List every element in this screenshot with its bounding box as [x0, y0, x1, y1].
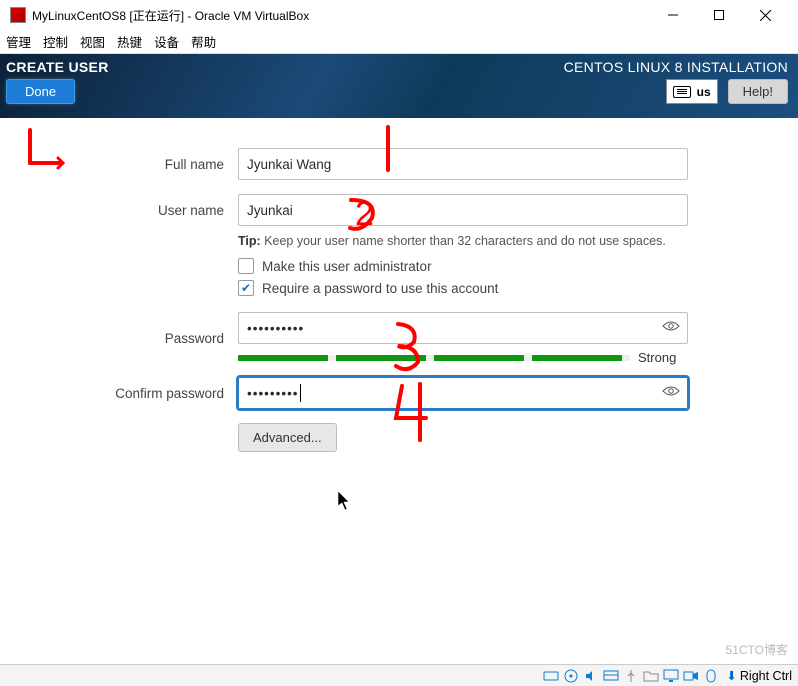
network-icon[interactable] — [602, 668, 620, 684]
password-label: Password — [30, 331, 238, 346]
require-password-checkbox-row[interactable]: ✔ Require a password to use this account — [238, 280, 768, 296]
menu-devices[interactable]: 设备 — [154, 32, 179, 51]
window-title: MyLinuxCentOS8 [正在运行] - Oracle VM Virtua… — [32, 7, 650, 24]
require-password-label: Require a password to use this account — [262, 281, 498, 296]
confirm-password-mask: ••••••••• — [247, 386, 299, 401]
host-key-label: Right Ctrl — [740, 669, 792, 683]
host-key-indicator: ⬇ Right Ctrl — [726, 668, 792, 683]
watermark: 51CTO博客 — [726, 641, 788, 658]
usb-icon[interactable] — [622, 668, 640, 684]
virtualbox-status-bar: ⬇ Right Ctrl — [0, 664, 798, 686]
virtualbox-icon — [10, 7, 26, 23]
password-strength-label: Strong — [638, 350, 676, 365]
close-button[interactable] — [742, 0, 788, 30]
menu-view[interactable]: 视图 — [80, 32, 105, 51]
checkbox-checked-icon: ✔ — [238, 280, 254, 296]
help-button[interactable]: Help! — [728, 79, 788, 104]
username-input[interactable]: Jyunkai — [238, 194, 688, 226]
eye-icon[interactable] — [662, 319, 680, 337]
create-user-form: Full name Jyunkai Wang User name Jyunkai… — [0, 118, 798, 452]
eye-icon[interactable] — [662, 384, 680, 402]
menu-manage[interactable]: 管理 — [6, 32, 31, 51]
window-controls — [650, 0, 788, 30]
recording-icon[interactable] — [682, 668, 700, 684]
maximize-button[interactable] — [696, 0, 742, 30]
username-value: Jyunkai — [247, 203, 293, 218]
make-admin-label: Make this user administrator — [262, 259, 432, 274]
menu-hotkeys[interactable]: 热键 — [117, 32, 142, 51]
keyboard-layout-indicator[interactable]: us — [666, 79, 718, 104]
confirm-password-input[interactable]: ••••••••• — [238, 377, 688, 409]
username-label: User name — [30, 203, 238, 218]
fullname-value: Jyunkai Wang — [247, 157, 331, 172]
done-button[interactable]: Done — [6, 79, 75, 104]
optical-disk-icon[interactable] — [562, 668, 580, 684]
mouse-cursor-icon — [338, 491, 352, 516]
advanced-button[interactable]: Advanced... — [238, 423, 337, 452]
installer-title: CENTOS LINUX 8 INSTALLATION — [564, 59, 788, 75]
menu-help[interactable]: 帮助 — [191, 32, 216, 51]
username-tip: Tip: Keep your user name shorter than 32… — [238, 234, 768, 248]
anaconda-header: CREATE USER Done CENTOS LINUX 8 INSTALLA… — [0, 54, 798, 118]
keyboard-layout-label: us — [697, 85, 711, 99]
arrow-down-icon: ⬇ — [726, 668, 736, 683]
password-mask: •••••••••• — [247, 321, 304, 336]
make-admin-checkbox-row[interactable]: Make this user administrator — [238, 258, 768, 274]
keyboard-icon — [673, 86, 691, 98]
hard-disk-icon[interactable] — [542, 668, 560, 684]
mouse-integration-icon[interactable] — [702, 668, 720, 684]
fullname-input[interactable]: Jyunkai Wang — [238, 148, 688, 180]
menu-control[interactable]: 控制 — [43, 32, 68, 51]
page-title: CREATE USER — [6, 59, 109, 75]
display-icon[interactable] — [662, 668, 680, 684]
fullname-label: Full name — [30, 157, 238, 172]
audio-icon[interactable] — [582, 668, 600, 684]
confirm-password-label: Confirm password — [30, 386, 238, 401]
password-strength-meter: Strong — [238, 350, 768, 365]
text-cursor-icon — [300, 384, 301, 402]
password-input[interactable]: •••••••••• — [238, 312, 688, 344]
window-titlebar: MyLinuxCentOS8 [正在运行] - Oracle VM Virtua… — [0, 0, 798, 30]
checkbox-unchecked-icon — [238, 258, 254, 274]
minimize-button[interactable] — [650, 0, 696, 30]
shared-folders-icon[interactable] — [642, 668, 660, 684]
menu-bar: 管理 控制 视图 热键 设备 帮助 — [0, 30, 798, 54]
